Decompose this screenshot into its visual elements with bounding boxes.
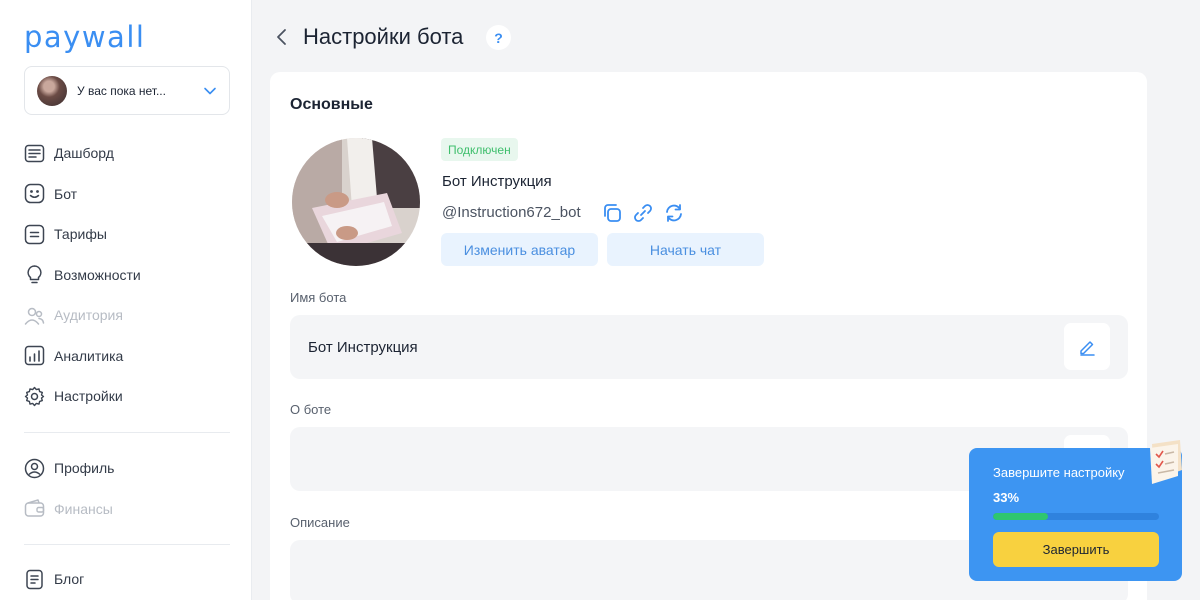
back-arrow-icon[interactable] — [274, 27, 290, 47]
sidebar-nav-account: Профиль Финансы — [24, 448, 230, 529]
section-title: Основные — [290, 96, 373, 113]
sidebar-divider — [24, 432, 230, 433]
sidebar-nav-extra: Блог — [24, 559, 230, 600]
bot-name: Бот Инструкция — [442, 173, 552, 190]
sidebar-nav-main: Дашборд Бот Тарифы Возможности Аудитория — [24, 133, 230, 417]
sidebar-item-audience[interactable]: Аудитория — [24, 295, 230, 336]
sidebar-item-label: Бот — [54, 185, 78, 202]
sidebar-item-features[interactable]: Возможности — [24, 255, 230, 296]
copy-icon[interactable] — [601, 202, 623, 224]
sidebar-item-label: Тарифы — [54, 226, 107, 243]
sidebar-item-label: Аудитория — [54, 307, 123, 324]
refresh-icon[interactable] — [663, 202, 685, 224]
blog-icon — [24, 569, 45, 590]
account-selector[interactable]: У вас пока нет... — [24, 66, 230, 115]
setup-percent: 33% — [993, 490, 1020, 505]
bot-name-field[interactable]: Бот Инструкция — [290, 315, 1128, 379]
profile-icon — [24, 458, 45, 479]
help-button[interactable]: ? — [486, 25, 511, 50]
status-badge: Подключен — [441, 138, 518, 161]
sidebar-item-label: Настройки — [54, 388, 123, 405]
sidebar-item-blog[interactable]: Блог — [24, 559, 230, 600]
wallet-icon — [24, 498, 45, 519]
pencil-icon — [1080, 340, 1095, 356]
analytics-icon — [24, 345, 45, 366]
sidebar-item-dashboard[interactable]: Дашборд — [24, 133, 230, 174]
setup-progress-widget: Завершите настройку 33% Завершить — [969, 440, 1182, 581]
sidebar-item-label: Дашборд — [54, 145, 114, 162]
bot-name-value: Бот Инструкция — [308, 338, 418, 356]
sidebar-item-label: Финансы — [54, 500, 113, 517]
setup-progress-bar — [993, 513, 1159, 520]
sidebar-item-settings[interactable]: Настройки — [24, 376, 230, 417]
paywall-logo[interactable]: paywall — [24, 20, 145, 54]
sidebar-item-analytics[interactable]: Аналитика — [24, 336, 230, 377]
bot-icon — [24, 183, 45, 204]
lightbulb-icon — [24, 264, 45, 285]
sidebar-item-label: Блог — [54, 571, 85, 588]
start-chat-button[interactable]: Начать чат — [607, 233, 764, 266]
chevron-down-icon — [204, 87, 216, 94]
checklist-icon — [1150, 440, 1182, 484]
bot-username[interactable]: @Instruction672_bot — [442, 204, 581, 221]
sidebar-item-bot[interactable]: Бот — [24, 174, 230, 215]
field-label-description: Описание — [290, 515, 350, 530]
sidebar-item-label: Профиль — [54, 460, 115, 477]
account-label: У вас пока нет... — [77, 83, 166, 98]
field-label-bot-name: Имя бота — [290, 290, 347, 305]
sidebar-item-label: Аналитика — [54, 347, 124, 364]
bot-avatar — [292, 138, 420, 266]
gear-icon — [24, 386, 45, 407]
field-label-about: О боте — [290, 402, 332, 417]
setup-progress-fill — [993, 513, 1048, 520]
dashboard-icon — [24, 143, 45, 164]
tariffs-icon — [24, 224, 45, 245]
sidebar-item-tariffs[interactable]: Тарифы — [24, 214, 230, 255]
avatar — [37, 75, 67, 106]
link-icon[interactable] — [632, 202, 654, 224]
sidebar-item-finance[interactable]: Финансы — [24, 489, 230, 530]
setup-title: Завершите настройку — [993, 465, 1125, 480]
change-avatar-button[interactable]: Изменить аватар — [441, 233, 598, 266]
sidebar-item-profile[interactable]: Профиль — [24, 448, 230, 489]
sidebar-divider — [24, 544, 230, 545]
sidebar-item-label: Возможности — [54, 266, 141, 283]
page-title: Настройки бота — [303, 24, 464, 49]
edit-bot-name-button[interactable] — [1064, 323, 1110, 370]
finish-setup-button[interactable]: Завершить — [993, 532, 1159, 567]
audience-icon — [24, 305, 45, 326]
sidebar: paywall У вас пока нет... Дашборд Бот Та… — [0, 0, 252, 600]
